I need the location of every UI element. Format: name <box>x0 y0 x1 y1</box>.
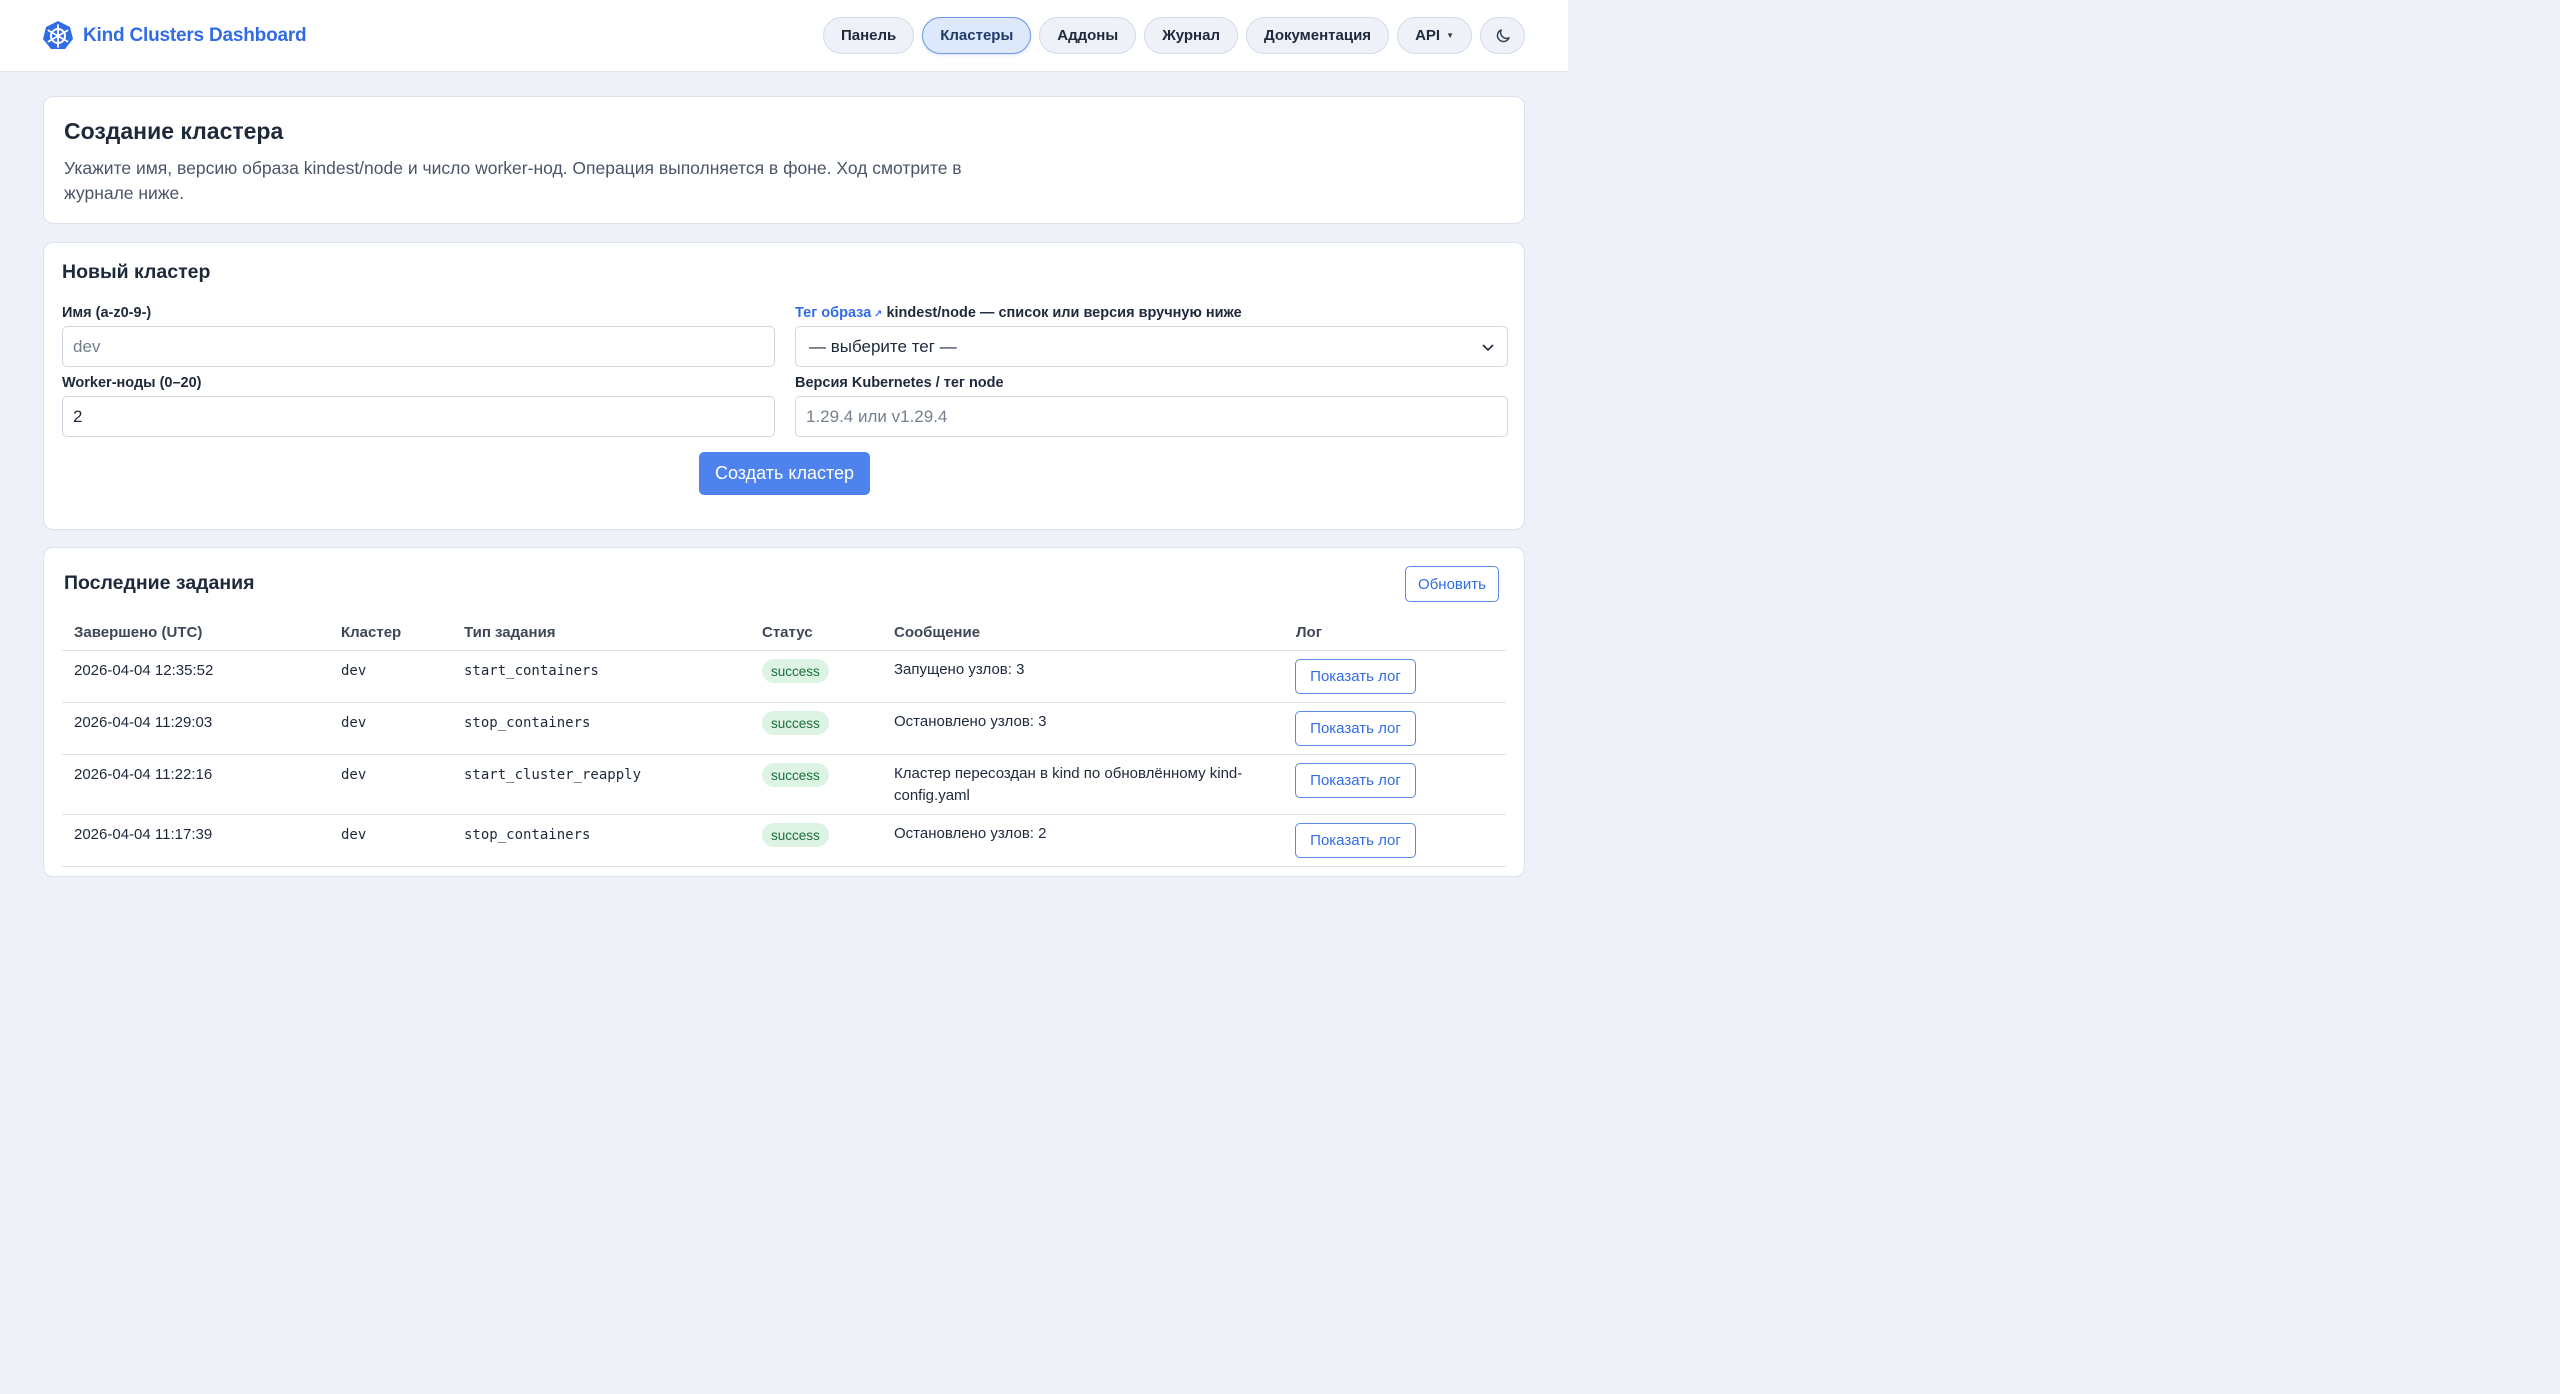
cell-message: Остановлено узлов: 2 <box>894 825 1047 842</box>
col-finished: Завершено (UTC) <box>74 624 203 641</box>
col-cluster: Кластер <box>341 624 402 641</box>
create-cluster-button[interactable]: Создать кластер <box>699 452 870 495</box>
version-label: Версия Kubernetes / тег node <box>795 375 1004 391</box>
refresh-button[interactable]: Обновить <box>1405 566 1499 602</box>
nav-addons-label: Аддоны <box>1057 27 1119 44</box>
image-tag-link[interactable]: Тег образа <box>795 305 871 321</box>
status-badge: success <box>762 711 829 735</box>
nav-journal-label: Журнал <box>1162 27 1220 44</box>
theme-toggle-button[interactable] <box>1480 17 1525 54</box>
tag-label-text: kindest/node — список или версия вручную… <box>882 305 1242 321</box>
workers-label: Worker-ноды (0–20) <box>62 375 202 391</box>
name-label: Имя (a-z0-9-) <box>62 305 152 321</box>
cluster-name-input[interactable]: dev <box>62 326 775 367</box>
external-link-icon: ↗ <box>871 309 883 320</box>
table-row: 2026-04-04 11:17:39 dev stop_containers … <box>62 815 1506 867</box>
cell-message: Кластер пересоздан в kind по обновлённом… <box>894 765 1243 804</box>
caret-down-icon: ▼ <box>1446 31 1454 40</box>
table-row: 2026-04-04 11:29:03 dev stop_containers … <box>62 703 1506 755</box>
recent-jobs-card: Последние задания Обновить Завершено (UT… <box>43 547 1525 877</box>
cell-cluster: dev <box>341 767 367 783</box>
nav-clusters[interactable]: Кластеры <box>922 17 1032 54</box>
table-row: 2026-04-04 11:22:16 dev start_cluster_re… <box>62 755 1506 815</box>
nav-addons[interactable]: Аддоны <box>1039 17 1137 54</box>
nav-clusters-label: Кластеры <box>940 27 1014 44</box>
col-status: Статус <box>762 624 813 641</box>
cell-finished: 2026-04-04 11:22:16 <box>74 766 213 783</box>
new-cluster-card: Новый кластер Имя (a-z0-9-) dev Тег обра… <box>43 242 1525 530</box>
form-title: Новый кластер <box>62 261 211 283</box>
jobs-title: Последние задания <box>64 572 255 594</box>
tag-label: Тег образа ↗ kindest/node — список или в… <box>795 305 1242 321</box>
status-badge: success <box>762 659 829 683</box>
status-badge: success <box>762 823 829 847</box>
status-badge: success <box>762 763 829 787</box>
table-row: 2026-04-04 12:35:52 dev start_containers… <box>62 651 1506 703</box>
jobs-table-header: Завершено (UTC) Кластер Тип задания Стат… <box>62 617 1506 651</box>
image-tag-selected: — выберите тег — <box>809 336 957 356</box>
nav-api-dropdown[interactable]: API ▼ <box>1397 17 1472 54</box>
brand-title: Kind Clusters Dashboard <box>83 25 307 46</box>
top-navbar: Kind Clusters Dashboard Панель Кластеры … <box>0 0 1568 72</box>
show-log-button[interactable]: Показать лог <box>1295 763 1416 798</box>
workers-input[interactable]: 2 <box>62 396 775 437</box>
cell-type: stop_containers <box>464 715 591 731</box>
main-nav: Панель Кластеры Аддоны Журнал Документац… <box>822 17 1525 54</box>
cell-cluster: dev <box>341 663 367 679</box>
cell-cluster: dev <box>341 715 367 731</box>
cell-type: start_containers <box>464 663 599 679</box>
show-log-button[interactable]: Показать лог <box>1295 823 1416 858</box>
moon-icon <box>1496 28 1510 42</box>
cell-finished: 2026-04-04 12:35:52 <box>74 662 214 679</box>
col-message: Сообщение <box>894 624 981 641</box>
intro-card: Создание кластера Укажите имя, версию об… <box>43 96 1525 224</box>
cell-finished: 2026-04-04 11:17:39 <box>74 826 213 843</box>
col-log: Лог <box>1296 624 1322 641</box>
cell-finished: 2026-04-04 11:29:03 <box>74 714 213 731</box>
cell-cluster: dev <box>341 827 367 843</box>
nav-dashboard[interactable]: Панель <box>822 17 915 54</box>
show-log-button[interactable]: Показать лог <box>1295 711 1416 746</box>
image-tag-select[interactable]: — выберите тег — <box>795 326 1508 367</box>
brand[interactable]: Kind Clusters Dashboard <box>42 20 307 52</box>
cell-message: Остановлено узлов: 3 <box>894 713 1047 730</box>
nav-dashboard-label: Панель <box>840 27 897 44</box>
k8s-version-input[interactable]: 1.29.4 или v1.29.4 <box>795 396 1508 437</box>
nav-journal[interactable]: Журнал <box>1144 17 1238 54</box>
nav-docs-label: Документация <box>1263 27 1372 44</box>
chevron-down-icon <box>1482 343 1494 351</box>
nav-api-label: API <box>1415 27 1441 44</box>
k8s-version-placeholder: 1.29.4 или v1.29.4 <box>806 406 948 426</box>
cell-type: stop_containers <box>464 827 591 843</box>
kubernetes-helm-icon <box>43 21 73 49</box>
show-log-button[interactable]: Показать лог <box>1295 659 1416 694</box>
cell-type: start_cluster_reapply <box>464 767 642 783</box>
page-description: Укажите имя, версию образа kindest/node … <box>64 158 962 203</box>
cell-message: Запущено узлов: 3 <box>894 661 1025 678</box>
page-title: Создание кластера <box>64 118 284 144</box>
cluster-name-placeholder: dev <box>73 336 101 356</box>
col-type: Тип задания <box>464 624 556 641</box>
nav-docs[interactable]: Документация <box>1245 17 1390 54</box>
workers-value: 2 <box>73 406 83 426</box>
